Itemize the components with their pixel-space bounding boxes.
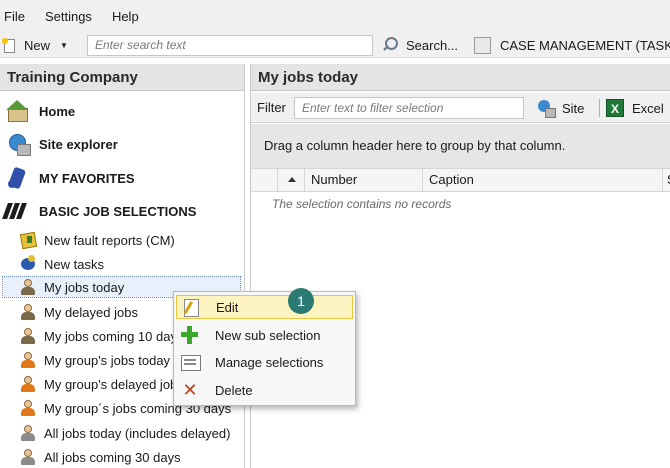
search-input[interactable]: Enter search text — [87, 35, 373, 56]
nav-my-favorites-label: MY FAVORITES — [39, 170, 135, 186]
tree-item-my-groups-delayed-jobs[interactable]: My group's delayed jobs — [20, 373, 184, 395]
site-button[interactable]: Site — [536, 97, 584, 119]
context-menu-item-label: Edit — [216, 299, 239, 315]
search-icon — [380, 36, 398, 54]
left-navigation-pane: Training Company Home Site explorer MY F… — [0, 64, 245, 468]
tree-item-label: My jobs coming 10 days — [44, 328, 184, 344]
context-menu: Edit New sub selection Manage selections… — [173, 291, 356, 406]
nav-home-label: Home — [39, 103, 76, 119]
site-icon — [536, 99, 556, 118]
nav-basic-job-selections-label: BASIC JOB SELECTIONS — [39, 203, 197, 219]
context-menu-manage-selections[interactable]: Manage selections — [176, 350, 353, 374]
context-menu-delete[interactable]: ✕ Delete — [176, 378, 353, 402]
new-button[interactable]: New ▼ — [2, 34, 68, 56]
group-icon — [20, 351, 36, 369]
row-selector-header[interactable] — [251, 169, 277, 191]
group-icon — [20, 375, 36, 393]
fault-report-icon — [20, 231, 36, 249]
selection-title: My jobs today — [251, 64, 670, 91]
grid-header: Number Caption S — [251, 168, 670, 192]
context-menu-item-label: Manage selections — [215, 354, 324, 370]
menu-settings[interactable]: Settings — [45, 9, 92, 24]
nav-my-favorites[interactable]: MY FAVORITES — [0, 164, 135, 192]
case-management-icon — [474, 36, 491, 54]
context-menu-item-label: Delete — [215, 382, 253, 398]
manage-icon — [179, 352, 201, 372]
excel-button-label: Excel — [632, 100, 664, 116]
sort-ascending-icon — [288, 177, 296, 182]
case-management-button[interactable]: CASE MANAGEMENT (TASKS) — [474, 34, 670, 56]
company-title: Training Company — [0, 64, 244, 91]
group-icon — [20, 399, 36, 417]
filter-label: Filter — [257, 100, 286, 115]
tree-item-new-fault-reports[interactable]: New fault reports (CM) — [20, 229, 175, 251]
new-document-icon — [2, 38, 16, 53]
menu-bar: File Settings Help — [0, 0, 670, 32]
tree-item-label: My delayed jobs — [44, 304, 138, 320]
empty-grid-message: The selection contains no records — [272, 197, 452, 211]
delete-icon: ✕ — [182, 380, 198, 400]
all-jobs-icon — [20, 424, 36, 442]
selection-view-pane: My jobs today Filter Enter text to filte… — [250, 64, 670, 468]
tree-item-label: All jobs coming 30 days — [44, 449, 181, 465]
column-header-number[interactable]: Number — [304, 169, 422, 191]
home-icon — [5, 99, 31, 123]
site-explorer-icon — [5, 132, 31, 156]
toolbar-divider — [599, 99, 600, 117]
dropdown-arrow-icon[interactable]: ▼ — [60, 41, 68, 50]
person-icon — [20, 327, 36, 345]
tree-item-label: My group's delayed jobs — [44, 376, 184, 392]
tree-item-all-jobs-coming-30-days[interactable]: All jobs coming 30 days — [20, 446, 181, 468]
filter-input[interactable]: Enter text to filter selection — [294, 97, 524, 119]
case-management-label: CASE MANAGEMENT (TASKS) — [500, 37, 670, 53]
tree-item-all-jobs-today[interactable]: All jobs today (includes delayed) — [20, 422, 230, 444]
menu-help[interactable]: Help — [112, 9, 139, 24]
job-selections-icon — [2, 199, 31, 223]
all-jobs-icon — [20, 448, 36, 466]
tree-item-label: New tasks — [44, 256, 104, 272]
site-button-label: Site — [562, 100, 585, 116]
step-callout-badge: 1 — [288, 288, 314, 314]
sort-column-header[interactable] — [277, 169, 304, 191]
context-menu-new-sub-selection[interactable]: New sub selection — [176, 323, 353, 347]
tree-item-label: My jobs today — [44, 279, 125, 295]
tree-item-label: All jobs today (includes delayed) — [44, 425, 231, 441]
group-by-drop-area[interactable]: Drag a column header here to group by th… — [251, 124, 670, 168]
search-button[interactable]: Search... — [380, 34, 458, 56]
tree-item-my-jobs-coming-10-days[interactable]: My jobs coming 10 days — [20, 325, 183, 347]
column-header-s[interactable]: S — [662, 169, 670, 191]
person-icon — [20, 278, 36, 296]
nav-site-explorer-label: Site explorer — [39, 136, 118, 152]
excel-icon: X — [606, 99, 624, 117]
nav-basic-job-selections[interactable]: BASIC JOB SELECTIONS — [0, 197, 196, 225]
nav-site-explorer[interactable]: Site explorer — [0, 130, 118, 158]
person-icon — [20, 303, 36, 321]
search-button-label: Search... — [406, 37, 459, 53]
column-header-caption[interactable]: Caption — [422, 169, 662, 191]
nav-home[interactable]: Home — [0, 97, 75, 125]
new-button-label: New — [24, 37, 51, 53]
excel-button[interactable]: X Excel — [606, 97, 664, 119]
toolbar: New ▼ Enter search text Search... CASE M… — [0, 32, 670, 58]
add-icon — [179, 325, 201, 345]
tree-item-label: New fault reports (CM) — [44, 232, 175, 248]
context-menu-edit[interactable]: Edit — [176, 295, 353, 319]
edit-icon — [180, 297, 202, 317]
tree-item-my-groups-jobs-today[interactable]: My group's jobs today — [20, 349, 170, 371]
new-task-icon — [20, 255, 36, 273]
filter-bar: Filter Enter text to filter selection Si… — [251, 93, 670, 123]
menu-file[interactable]: File — [4, 9, 25, 24]
tree-item-label: My group's jobs today — [44, 352, 171, 368]
tree-item-new-tasks[interactable]: New tasks — [20, 253, 104, 275]
context-menu-item-label: New sub selection — [215, 327, 321, 343]
favorites-icon — [5, 166, 31, 190]
tree-item-my-delayed-jobs[interactable]: My delayed jobs — [20, 301, 138, 323]
